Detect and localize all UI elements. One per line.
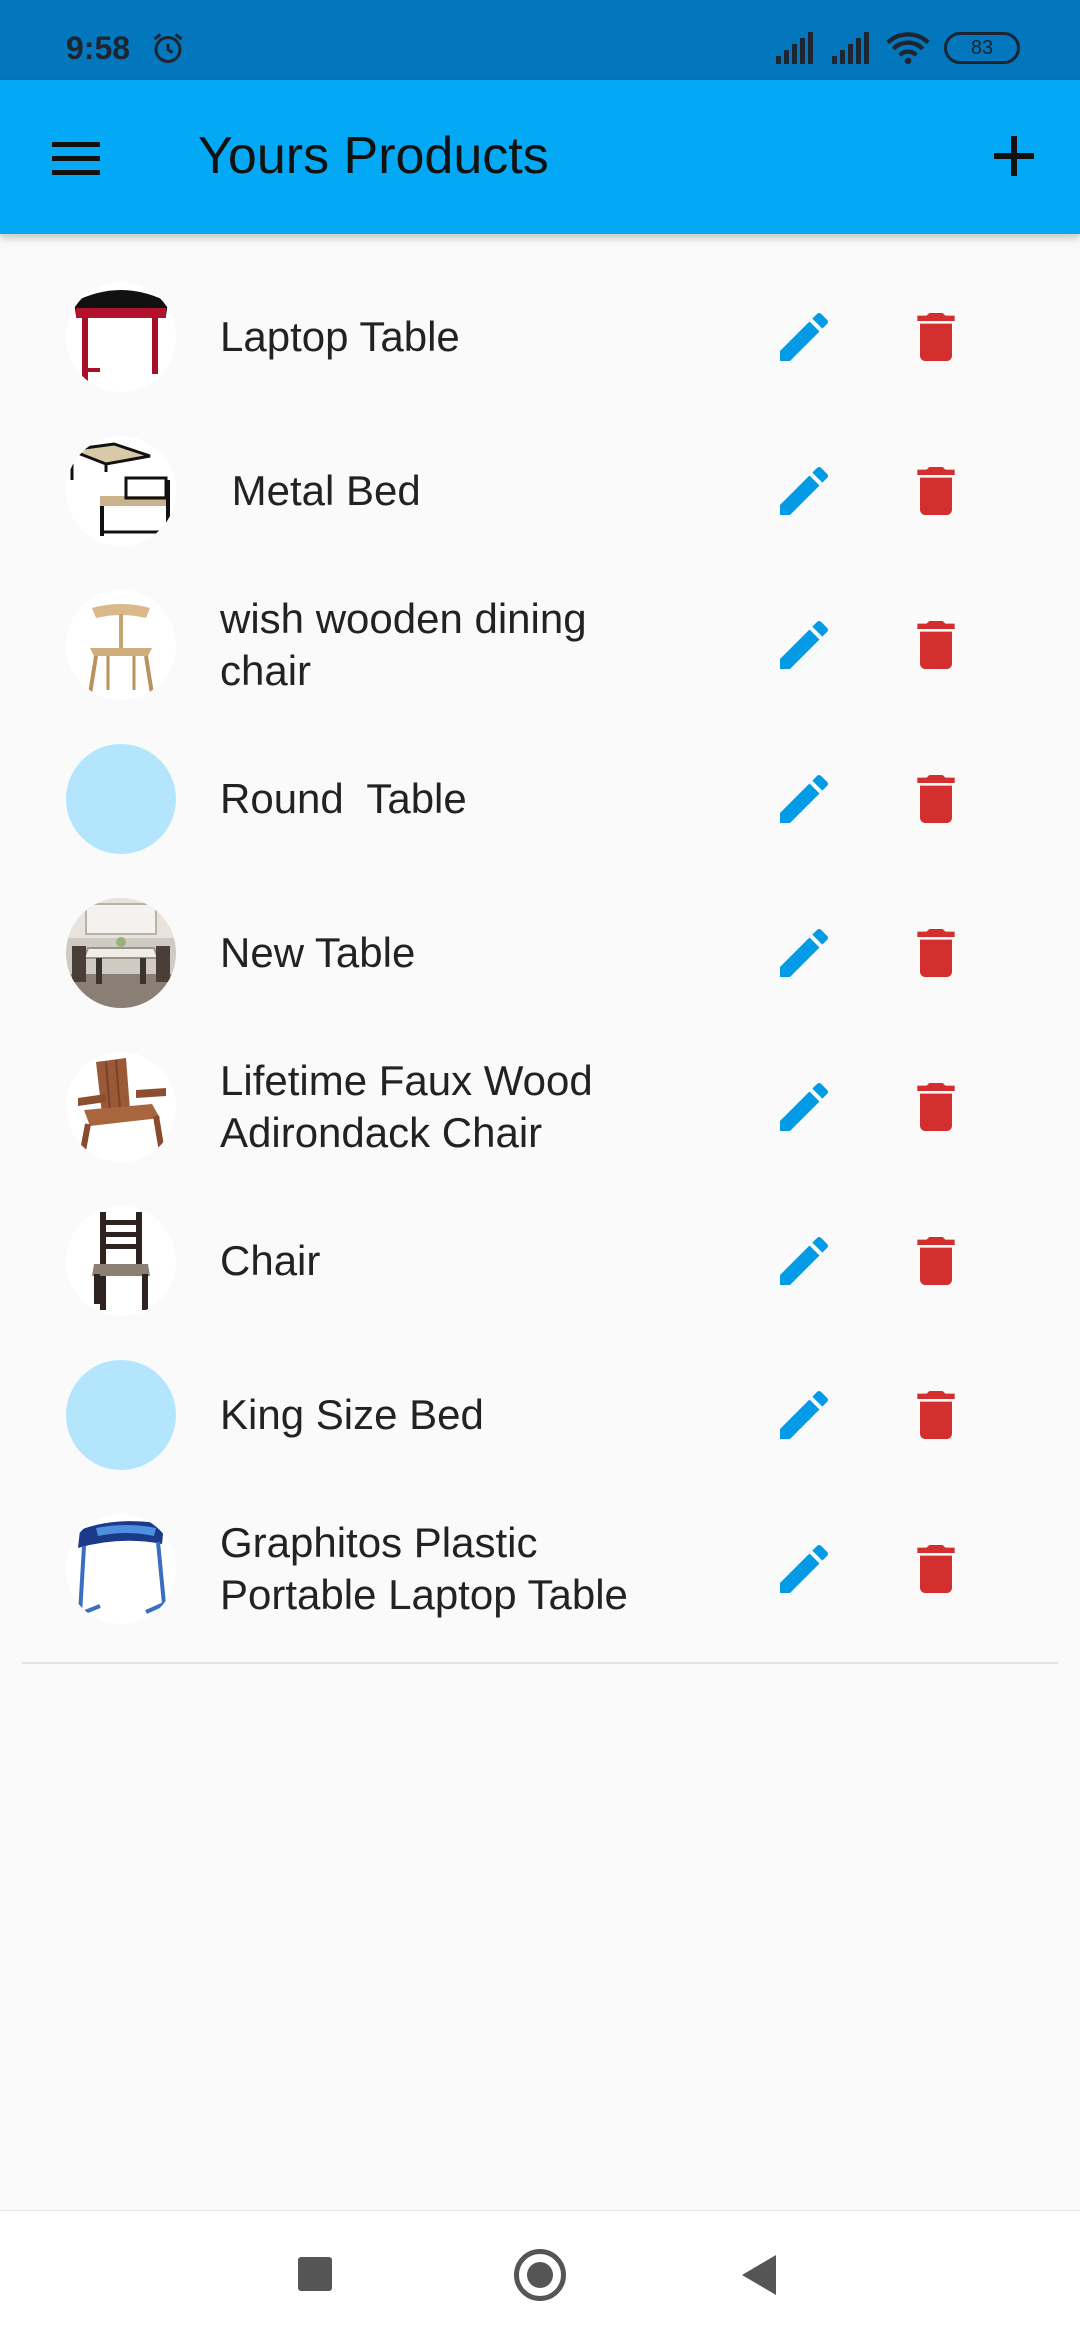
back-button[interactable] [742,2255,776,2295]
trash-icon[interactable] [904,1229,968,1293]
product-image [66,436,176,546]
trash-icon[interactable] [904,613,968,677]
product-name: King Size Bed [220,1391,484,1438]
list-item: wish wooden dining chair [0,568,1080,722]
list-item: New Table [0,876,1080,1030]
battery-level: 83 [970,36,994,59]
home-button[interactable] [514,2249,566,2301]
product-image-placeholder [66,744,176,854]
trash-icon[interactable] [904,305,968,369]
wifi-icon [886,32,930,65]
list-item: Chair [0,1184,1080,1338]
product-name: Metal Bed [220,467,421,514]
pencil-icon[interactable] [772,1383,836,1447]
list-item: Round Table [0,722,1080,876]
list-item: Laptop Table [0,260,1080,414]
product-name: Graphitos Plastic Portable Laptop Table [220,1519,628,1618]
list-item: Lifetime Faux Wood Adirondack Chair [0,1030,1080,1184]
alarm-icon [153,33,183,63]
pencil-icon[interactable] [772,305,836,369]
trash-icon[interactable] [904,921,968,985]
pencil-icon[interactable] [772,767,836,831]
product-name: New Table [220,929,416,976]
trash-icon[interactable] [904,1383,968,1447]
pencil-icon[interactable] [772,1537,836,1601]
pencil-icon[interactable] [772,1229,836,1293]
battery-icon: 83 [944,32,1020,64]
trash-icon[interactable] [904,459,968,523]
status-icons: 83 [774,28,1020,68]
product-name: Lifetime Faux Wood Adirondack Chair [220,1057,593,1156]
product-name: Chair [220,1237,321,1284]
list-item: Graphitos Plastic Portable Laptop Table [0,1492,1080,1646]
list-divider [22,1662,1058,1664]
signal-icon [776,32,813,64]
product-image [66,590,176,700]
product-image [66,1052,176,1162]
product-image [66,1514,176,1624]
product-name: Round Table [220,775,467,822]
pencil-icon[interactable] [772,1075,836,1139]
recents-button[interactable] [298,2257,332,2291]
status-time: 9:58 [66,30,131,66]
product-image [66,1206,176,1316]
product-image-placeholder [66,1360,176,1470]
product-list: Laptop Table Metal Bed wish wooden dinin… [0,260,1080,1646]
product-image [66,282,176,392]
signal-icon [832,32,869,64]
list-item: Metal Bed [0,414,1080,568]
app-bar: Yours Products [0,80,1080,234]
pencil-icon[interactable] [772,459,836,523]
product-name: wish wooden dining chair [220,595,587,694]
trash-icon[interactable] [904,767,968,831]
product-image [66,898,176,1008]
system-nav-bar [0,2210,1080,2340]
page-title: Yours Products [198,127,549,185]
trash-icon[interactable] [904,1537,968,1601]
pencil-icon[interactable] [772,921,836,985]
list-item: King Size Bed [0,1338,1080,1492]
trash-icon[interactable] [904,1075,968,1139]
status-bar: 9:58 83 [0,0,1080,80]
plus-icon[interactable] [978,120,1050,192]
pencil-icon[interactable] [772,613,836,677]
menu-icon[interactable] [44,130,108,186]
product-name: Laptop Table [220,313,460,360]
